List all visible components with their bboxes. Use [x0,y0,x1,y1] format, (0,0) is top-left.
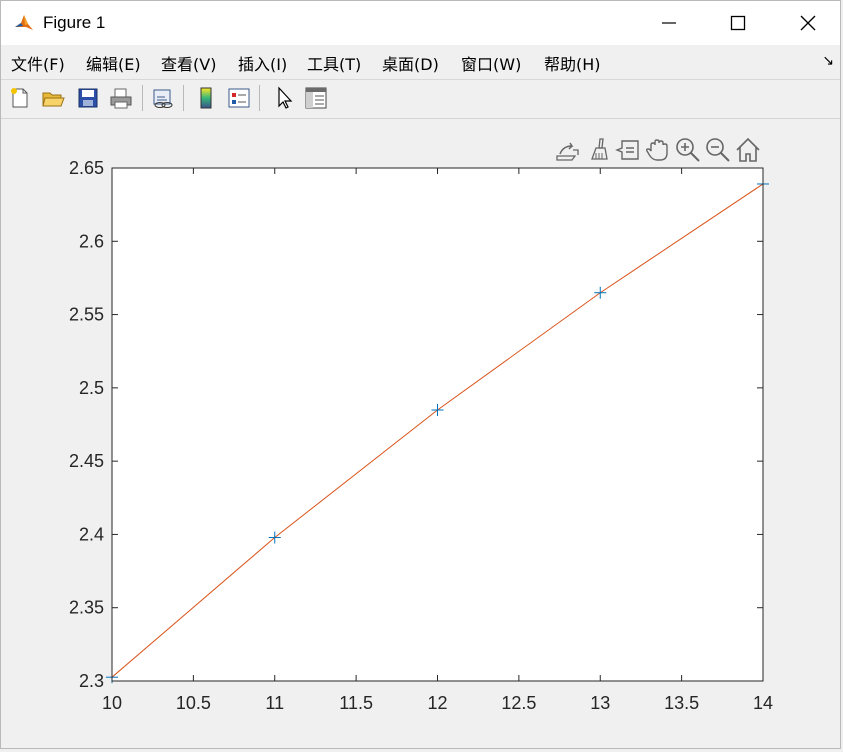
x-tick-label: 11.5 [339,693,373,713]
y-tick-label: 2.3 [79,671,104,691]
x-tick-label: 10 [102,693,122,713]
figure-window: Figure 1 文件(F) 编辑(E) 查看(V) 插入(I) 工具(T) 桌… [0,0,841,749]
x-tick-label: 13 [590,693,610,713]
x-tick-label: 12 [427,693,447,713]
axes-background [112,168,763,681]
y-tick-label: 2.35 [69,598,104,618]
plot-canvas: 10 10.5 11 11.5 12 12.5 13 13.5 14 2.3 2.35 2.4 2.4… [69,158,773,713]
x-tick-label: 12.5 [501,693,536,713]
x-tick-label: 11 [265,693,284,713]
x-tick-label: 13.5 [664,693,699,713]
y-tick-label: 2.5 [79,378,104,398]
y-tick-label: 2.55 [69,305,104,325]
y-tick-label: 2.45 [69,451,104,471]
x-tick-label: 14 [753,693,773,713]
y-tick-label: 2.6 [79,231,104,251]
y-tick-label: 2.4 [79,524,104,544]
x-tick-label: 10.5 [176,693,211,713]
y-tick-label: 2.65 [69,158,104,178]
